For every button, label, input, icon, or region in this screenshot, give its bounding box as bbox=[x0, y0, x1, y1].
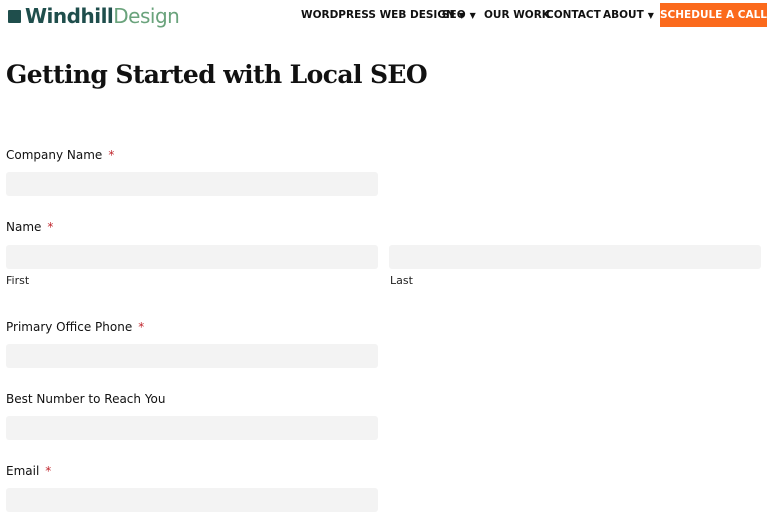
company-label: Company Name * bbox=[6, 148, 115, 162]
last-sublabel: Last bbox=[390, 274, 413, 287]
chevron-down-icon: ▼ bbox=[647, 10, 654, 20]
email-label: Email * bbox=[6, 464, 52, 478]
email-input[interactable] bbox=[6, 488, 378, 512]
schedule-call-button[interactable]: SCHEDULE A CALL bbox=[660, 3, 767, 27]
nav-seo[interactable]: SEO ▼ bbox=[442, 9, 476, 21]
first-name-input[interactable] bbox=[6, 245, 378, 269]
first-sublabel: First bbox=[6, 274, 30, 287]
name-label: Name * bbox=[6, 220, 54, 234]
page-title: Getting Started with Local SEO bbox=[6, 60, 428, 89]
logo[interactable]: Windhill Design bbox=[8, 4, 180, 28]
best-number-input[interactable] bbox=[6, 416, 378, 440]
nav-wordpress-web-design[interactable]: WORDPRESS WEB DESIGN ▼ bbox=[301, 9, 465, 21]
phone-input[interactable] bbox=[6, 344, 378, 368]
nav-our-work[interactable]: OUR WORK bbox=[484, 9, 550, 21]
phone-label: Primary Office Phone * bbox=[6, 320, 145, 334]
last-name-input[interactable] bbox=[389, 245, 761, 269]
nav-about[interactable]: ABOUT ▼ bbox=[603, 9, 654, 21]
chevron-down-icon: ▼ bbox=[469, 10, 476, 20]
nav-contact[interactable]: CONTACT bbox=[546, 9, 601, 21]
company-name-input[interactable] bbox=[6, 172, 378, 196]
best-number-label: Best Number to Reach You bbox=[6, 392, 166, 406]
logo-mark-icon bbox=[8, 9, 21, 23]
